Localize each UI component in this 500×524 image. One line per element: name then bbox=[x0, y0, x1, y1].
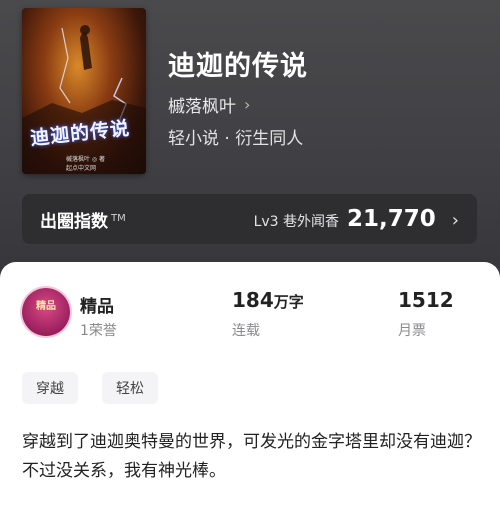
author-name: 槭落枫叶 bbox=[168, 97, 236, 117]
fan-index-value: 21,770 bbox=[347, 206, 436, 232]
word-count-unit: 万字 bbox=[273, 293, 304, 311]
honor-title: 精品 bbox=[80, 297, 114, 317]
book-genre: 轻小说 · 衍生同人 bbox=[168, 129, 304, 149]
fan-index-label: 出圈指数 TM bbox=[40, 211, 126, 232]
chevron-right-icon: › bbox=[244, 95, 251, 114]
fan-index-bar[interactable]: 出圈指数 TM Lv3 巷外闻香 21,770 › bbox=[22, 194, 477, 244]
book-cover[interactable]: 迪迦的传说 槭落枫叶 ◎ 著 起点中文网 bbox=[22, 8, 146, 174]
serial-status: 连载 bbox=[232, 323, 260, 339]
description-line: 穿越到了迪迦奥特曼的世界，可发光的金字塔里却没有迪迦？ bbox=[22, 432, 481, 452]
cover-author: 槭落枫叶 ◎ 著 bbox=[66, 156, 106, 163]
fan-index-value-group: Lv3 巷外闻香 21,770 › bbox=[254, 206, 459, 232]
tag-chip[interactable]: 穿越 bbox=[22, 372, 78, 404]
word-count-stat: 184万字 连载 bbox=[232, 288, 304, 340]
badge-text: 精品 bbox=[36, 301, 56, 312]
monthly-votes-label: 月票 bbox=[398, 323, 426, 339]
honor-count[interactable]: 1荣誉 bbox=[80, 320, 117, 340]
trademark-mark: TM bbox=[111, 212, 126, 224]
book-description: 穿越到了迪迦奥特曼的世界，可发光的金字塔里却没有迪迦？ 不过没关系，我有神光棒。 bbox=[22, 428, 482, 486]
monthly-votes-value: 1512 bbox=[398, 288, 454, 312]
cover-publisher: 起点中文网 bbox=[66, 165, 97, 172]
word-count-value: 184 bbox=[232, 288, 274, 312]
detail-sheet: 精品 精品 1荣誉 184万字 连载 1512 月票 穿越 轻松 穿越到了迪迦奥… bbox=[0, 262, 500, 524]
chevron-right-icon: › bbox=[451, 210, 459, 231]
tag-chip[interactable]: 轻松 bbox=[102, 372, 158, 404]
description-line: 不过没关系，我有神光棒。 bbox=[22, 461, 226, 481]
fan-index-level: Lv3 巷外闻香 bbox=[253, 214, 340, 230]
book-title: 迪迦的传说 bbox=[168, 51, 308, 82]
author-link[interactable]: 槭落枫叶 › bbox=[168, 92, 250, 117]
monthly-votes-stat[interactable]: 1512 月票 bbox=[398, 288, 454, 340]
honor-badge-icon[interactable]: 精品 bbox=[22, 288, 70, 336]
